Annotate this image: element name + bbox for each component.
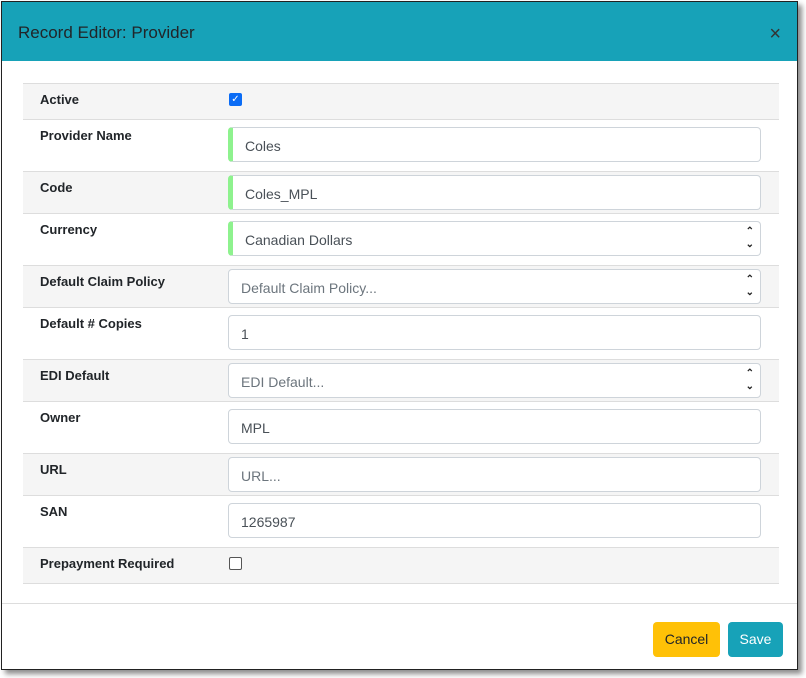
code-label: Code xyxy=(40,180,73,195)
row-copies: Default # Copies 1 xyxy=(23,308,779,360)
row-active: Active ✓ xyxy=(23,84,779,120)
owner-input[interactable]: MPL xyxy=(228,409,761,444)
provider-name-input[interactable]: Coles xyxy=(228,127,761,162)
select-arrows-icon: ⌃ ⌄ xyxy=(745,226,754,250)
active-checkbox[interactable]: ✓ xyxy=(229,93,242,106)
row-prepayment: Prepayment Required xyxy=(23,548,779,584)
edi-label: EDI Default xyxy=(40,368,110,383)
record-editor-dialog: Record Editor: Provider × Active ✓ Provi… xyxy=(1,1,798,670)
currency-label: Currency xyxy=(40,222,98,237)
code-input[interactable]: Coles_MPL xyxy=(228,175,761,210)
url-label: URL xyxy=(40,462,67,477)
dialog-header: Record Editor: Provider × xyxy=(2,2,797,61)
copies-label: Default # Copies xyxy=(40,316,142,331)
cancel-button[interactable]: Cancel xyxy=(653,622,720,657)
prepayment-label: Prepayment Required xyxy=(40,556,175,571)
san-label: SAN xyxy=(40,504,68,519)
dialog-footer: Cancel Save xyxy=(2,603,797,657)
provider-name-label: Provider Name xyxy=(40,128,132,143)
row-provider-name: Provider Name Coles xyxy=(23,120,779,172)
owner-label: Owner xyxy=(40,410,81,425)
row-code: Code Coles_MPL xyxy=(23,172,779,214)
url-input[interactable]: URL... xyxy=(228,457,761,492)
edi-select[interactable]: EDI Default... ⌃ ⌄ xyxy=(228,363,761,398)
close-icon[interactable]: × xyxy=(769,24,781,44)
claim-policy-label: Default Claim Policy xyxy=(40,274,165,289)
row-edi: EDI Default EDI Default... ⌃ ⌄ xyxy=(23,360,779,402)
row-url: URL URL... xyxy=(23,454,779,496)
currency-select[interactable]: Canadian Dollars ⌃ ⌄ xyxy=(228,221,761,256)
select-arrows-icon: ⌃ ⌄ xyxy=(745,368,754,392)
row-owner: Owner MPL xyxy=(23,402,779,454)
copies-input[interactable]: 1 xyxy=(228,315,761,350)
dialog-title: Record Editor: Provider xyxy=(18,23,195,42)
form-table: Active ✓ Provider Name Coles Code Coles_… xyxy=(23,83,779,584)
san-input[interactable]: 1265987 xyxy=(228,503,761,538)
currency-value: Canadian Dollars xyxy=(245,232,353,248)
save-button[interactable]: Save xyxy=(728,622,783,657)
prepayment-checkbox[interactable] xyxy=(229,557,242,570)
row-san: SAN 1265987 xyxy=(23,496,779,548)
claim-policy-select[interactable]: Default Claim Policy... ⌃ ⌄ xyxy=(228,269,761,304)
select-arrows-icon: ⌃ ⌄ xyxy=(745,274,754,298)
claim-policy-placeholder: Default Claim Policy... xyxy=(241,280,377,296)
row-currency: Currency Canadian Dollars ⌃ ⌄ xyxy=(23,214,779,266)
edi-placeholder: EDI Default... xyxy=(241,374,325,390)
active-label: Active xyxy=(40,92,80,107)
row-claim-policy: Default Claim Policy Default Claim Polic… xyxy=(23,266,779,308)
